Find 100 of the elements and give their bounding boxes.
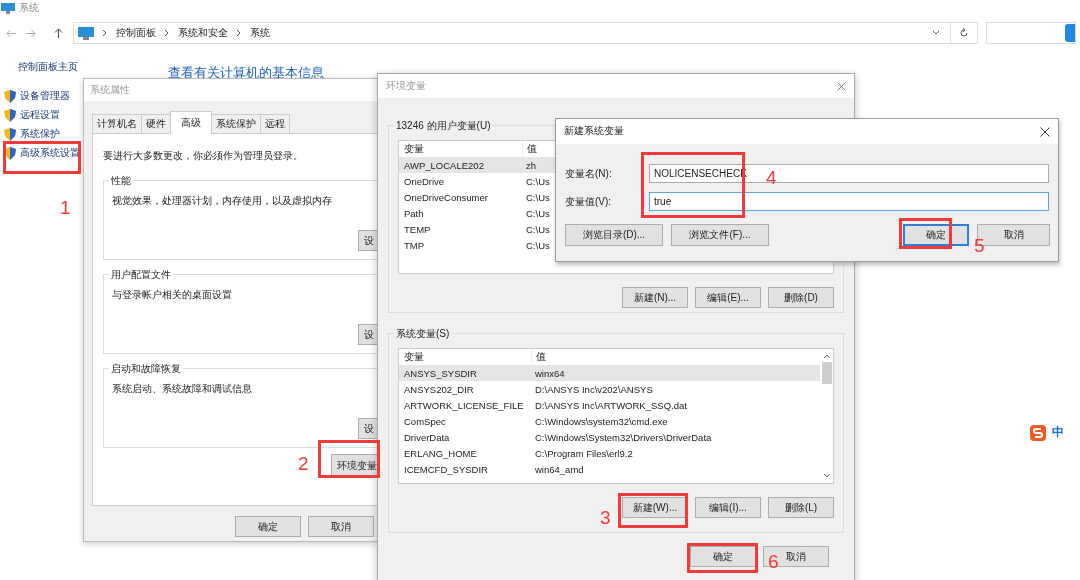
ime-label[interactable]: 中 — [1052, 424, 1064, 441]
window-title: 新建系统变量 — [564, 125, 624, 138]
column-header[interactable]: 值 — [532, 349, 546, 365]
refresh-icon — [959, 28, 969, 38]
variable-name: ICEMCFD_SYSDIR — [403, 463, 489, 475]
sidebar-link[interactable]: 控制面板主页 — [18, 60, 80, 74]
dialog-button[interactable]: 确定 — [903, 224, 969, 246]
list-button[interactable]: 新建(W)... — [622, 497, 688, 518]
settings-button[interactable]: 设 — [358, 324, 378, 345]
variable-value: C:\Windows\system32\cmd.exe — [534, 415, 668, 427]
column-header[interactable]: 值 — [523, 141, 537, 157]
input-field[interactable]: true — [649, 192, 1049, 211]
variable-name: ARTWORK_LICENSE_FILE — [403, 399, 525, 411]
group-description: 系统启动、系统故障和调试信息 — [112, 383, 253, 396]
ime-logo-icon — [1030, 424, 1046, 441]
variable-value: C:\Program Files\erl9.2 — [534, 447, 633, 459]
field-label: 变量值(V): — [565, 194, 613, 209]
step-number: 2 — [298, 454, 309, 473]
computer-icon — [78, 26, 94, 40]
field-label: 变量名(N): — [565, 166, 613, 181]
variable-name: ERLANG_HOME — [403, 447, 478, 459]
dialog-button[interactable]: 浏览目录(D)... — [565, 224, 663, 246]
shield-icon — [4, 108, 16, 122]
list-row[interactable]: DriverData C:\Windows\System32\Drivers\DriverData — [399, 429, 820, 445]
notice-text: 要进行大多数更改，你必须作为管理员登录。 — [103, 149, 304, 163]
scroll-up-icon[interactable] — [822, 353, 831, 359]
list-button[interactable]: 删除(D) — [768, 287, 834, 308]
forward-icon[interactable] — [25, 28, 36, 38]
tab[interactable]: 计算机名 — [92, 114, 142, 133]
list-row[interactable]: ERLANG_HOME C:\Program Files\erl9.2 — [399, 445, 820, 461]
shield-icon — [4, 89, 16, 103]
highlight-frame — [899, 218, 952, 249]
list-button[interactable]: 删除(L) — [768, 497, 834, 518]
sidebar-link[interactable]: 远程设置 — [20, 108, 60, 122]
variable-value: D:\ANSYS Inc\v202\ANSYS — [534, 383, 653, 395]
step-number: 3 — [600, 508, 611, 527]
settings-button[interactable]: 设 — [358, 418, 378, 439]
variable-value: C:\Us — [525, 207, 550, 219]
variable-name: AWP_LOCALE202 — [403, 159, 485, 171]
close-icon[interactable] — [1040, 126, 1050, 137]
dialog-button[interactable]: 确定 — [690, 546, 756, 567]
scroll-thumb[interactable] — [821, 362, 832, 384]
breadcrumb-item[interactable]: 控制面板 — [116, 26, 156, 40]
variable-value: win64_amd — [534, 463, 584, 475]
list-button[interactable]: 编辑(E)... — [695, 287, 761, 308]
breadcrumb-item[interactable]: 系统 — [250, 26, 270, 40]
variable-name: OneDrive — [403, 175, 446, 187]
variable-value: C:\Us — [525, 175, 550, 187]
group-description: 与登录帐户相关的桌面设置 — [112, 289, 233, 302]
shield-icon — [4, 146, 16, 160]
sidebar-link[interactable]: 设备管理器 — [20, 89, 70, 103]
dialog-button[interactable]: 浏览文件(F)... — [671, 224, 769, 246]
breadcrumb-item[interactable]: 系统和安全 — [178, 26, 228, 40]
chevron-icon — [164, 29, 170, 37]
group-title: 用户配置文件 — [109, 268, 173, 282]
group-title: 系统变量(S) — [394, 327, 452, 341]
list-row[interactable]: ComSpec C:\Windows\system32\cmd.exe — [399, 413, 820, 429]
group-title: 启动和故障恢复 — [109, 362, 183, 376]
highlight-frame — [687, 543, 758, 573]
group-title: 13246 的用户变量(U) — [394, 119, 493, 133]
variable-name: TEMP — [403, 223, 432, 235]
variable-value: C:\Windows\System32\Drivers\DriverData — [534, 431, 712, 443]
variable-value: D:\ANSYS Inc\ARTWORK_SSQ.dat — [534, 399, 687, 411]
variable-value: C:\Us — [525, 239, 550, 251]
window-title: 系统 — [19, 1, 39, 15]
back-icon[interactable] — [6, 28, 17, 38]
highlight-frame — [318, 440, 380, 478]
shield-icon — [4, 127, 16, 141]
list-button[interactable]: 编辑(I)... — [695, 497, 761, 518]
refresh-button[interactable] — [950, 22, 978, 44]
variable-name: TMP — [403, 239, 426, 251]
tab[interactable]: 高级 — [170, 111, 212, 134]
step-number: 1 — [60, 198, 71, 217]
address-bar[interactable]: 控制面板 系统和安全 系统 — [73, 22, 951, 44]
dropdown-icon[interactable] — [932, 30, 940, 36]
variable-value: zh — [525, 159, 537, 171]
dialog-button[interactable]: 取消 — [308, 516, 374, 537]
group-title: 性能 — [109, 174, 133, 188]
list-button[interactable]: 新建(N)... — [622, 287, 688, 308]
settings-button[interactable]: 设 — [358, 230, 378, 251]
list-row[interactable]: ICEMCFD_SYSDIR win64_amd — [399, 461, 820, 477]
dialog-button[interactable]: 确定 — [235, 516, 301, 537]
variable-name: Path — [403, 207, 425, 219]
sidebar-link[interactable]: 系统保护 — [20, 127, 60, 141]
variable-value: winx64 — [534, 367, 565, 379]
variable-value: C:\Us — [525, 223, 550, 235]
list-row[interactable]: ANSYS202_DIR D:\ANSYS Inc\v202\ANSYS — [399, 381, 820, 397]
window-title: 系统属性 — [84, 79, 378, 101]
highlight-frame — [618, 493, 688, 528]
chevron-icon — [236, 29, 242, 37]
up-icon[interactable] — [54, 27, 63, 39]
tab[interactable]: 远程 — [260, 114, 290, 133]
search-field[interactable] — [986, 22, 1076, 44]
scroll-down-icon[interactable] — [822, 473, 831, 479]
computer-icon — [1, 2, 15, 14]
list-row[interactable]: ARTWORK_LICENSE_FILE D:\ANSYS Inc\ARTWORK_SSQ.dat — [399, 397, 820, 413]
variable-name: ANSYS_SYSDIR — [403, 367, 478, 379]
variable-name: ComSpec — [403, 415, 447, 427]
list-row[interactable]: ANSYS_SYSDIR winx64 — [399, 365, 820, 381]
group-description: 视觉效果，处理器计划，内存使用，以及虚拟内存 — [112, 195, 333, 208]
